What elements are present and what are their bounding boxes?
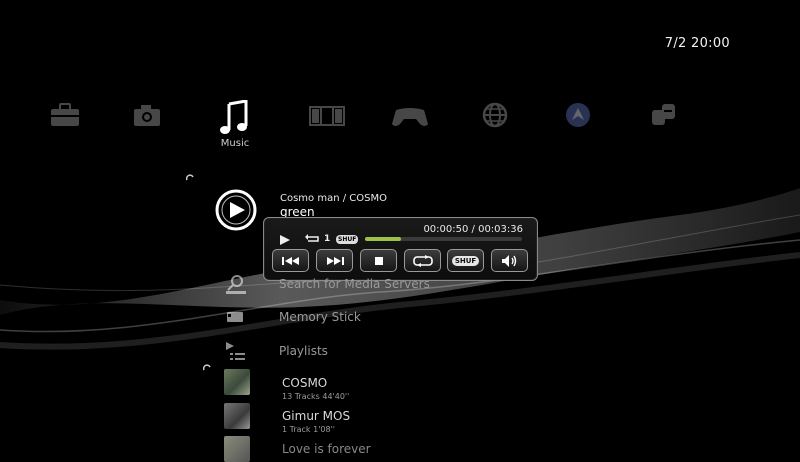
category-video[interactable] (297, 100, 357, 130)
category-friends[interactable] (633, 100, 693, 130)
loading-spinner (186, 174, 194, 182)
now-playing-artist: Cosmo man / COSMO (280, 193, 387, 204)
skip-forward-icon (326, 256, 344, 265)
globe-icon (482, 102, 508, 128)
network-search-icon (226, 275, 246, 294)
gamepad-icon (392, 108, 428, 126)
progress-fill (365, 237, 402, 241)
repeat-count: 1 (324, 234, 331, 244)
category-network[interactable] (465, 100, 525, 130)
album-art[interactable] (224, 369, 250, 395)
camera-icon (134, 105, 160, 126)
category-game[interactable] (380, 100, 440, 130)
status-clock: 7/2 20:00 (664, 36, 730, 51)
repeat-indicator-icon (305, 234, 319, 242)
menu-item-memory-stick[interactable]: Memory Stick (279, 310, 361, 324)
friends-icon (652, 104, 675, 125)
progress-bar[interactable] (365, 237, 522, 241)
album-art[interactable] (224, 403, 250, 429)
stop-button[interactable] (360, 249, 397, 272)
album-title[interactable]: Love is forever (282, 442, 371, 456)
play-state-icon (280, 235, 290, 245)
music-control-panel: 00:00:50 / 00:03:36 1 SHUF SHUF (263, 217, 538, 281)
toolbox-icon (51, 103, 79, 126)
now-playing-icon (214, 188, 258, 232)
menu-item-playlists[interactable]: Playlists (279, 344, 328, 358)
repeat-button[interactable] (404, 249, 441, 272)
music-note-icon (220, 100, 248, 134)
next-track-button[interactable] (316, 249, 353, 272)
category-photo[interactable] (117, 100, 177, 130)
skip-back-icon (281, 256, 299, 265)
playlist-icon (226, 342, 245, 360)
album-title[interactable]: Gimur MOS (282, 409, 350, 423)
album-art[interactable] (224, 436, 250, 462)
time-display: 00:00:50 / 00:03:36 (423, 224, 523, 235)
shuffle-indicator: SHUF (336, 235, 359, 244)
psn-icon (566, 103, 590, 127)
repeat-icon (412, 254, 433, 267)
category-music[interactable]: Music (205, 100, 265, 149)
memory-stick-icon (227, 312, 243, 322)
previous-track-button[interactable] (272, 249, 309, 272)
film-icon (309, 106, 345, 126)
album-subtitle: 1 Track 1'08'' (282, 425, 335, 434)
menu-item-search-media-servers[interactable]: Search for Media Servers (279, 277, 430, 291)
stop-icon (374, 256, 383, 265)
speaker-icon (501, 254, 516, 267)
category-label: Music (220, 138, 250, 149)
album-subtitle: 13 Tracks 44'40'' (282, 392, 350, 401)
loading-spinner (203, 364, 211, 372)
shuffle-button[interactable]: SHUF (447, 249, 484, 272)
xmb-category-bar: Music (35, 100, 715, 160)
category-users[interactable] (35, 100, 95, 130)
shuffle-icon: SHUF (451, 255, 480, 266)
volume-button[interactable] (491, 249, 528, 272)
category-psn[interactable] (548, 100, 608, 130)
album-title[interactable]: COSMO (282, 376, 327, 390)
